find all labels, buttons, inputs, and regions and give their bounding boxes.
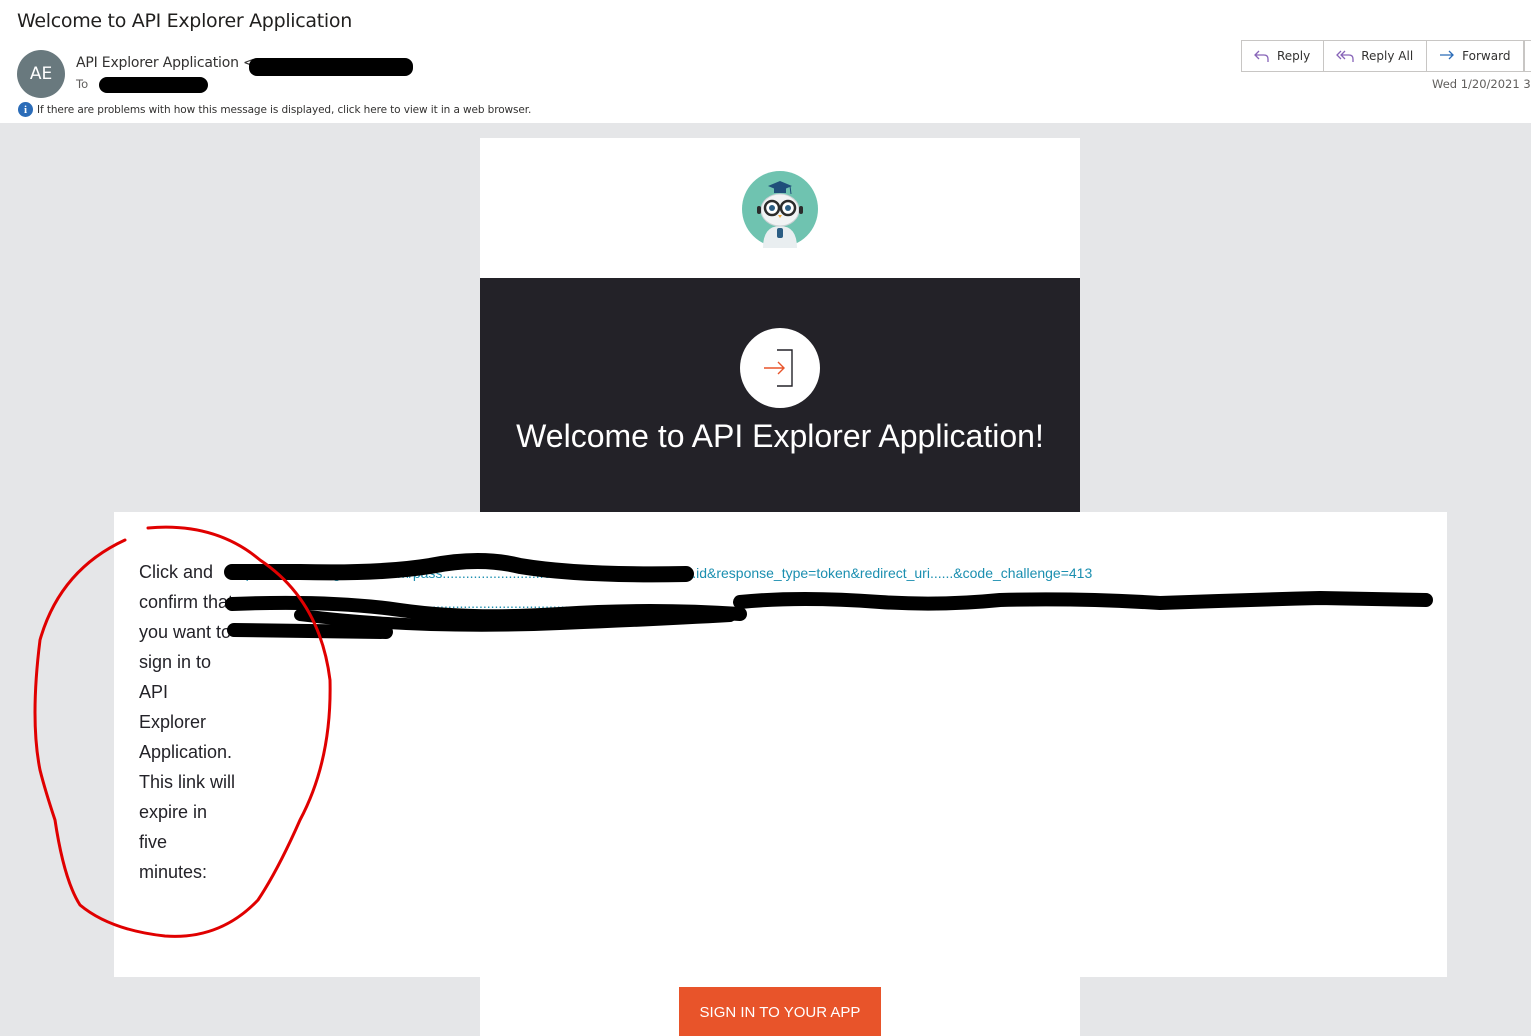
sign-in-button[interactable]: SIGN IN TO YOUR APP	[679, 987, 881, 1036]
reply-label: Reply	[1277, 49, 1311, 63]
email-body: Welcome to API Explorer Application! Cli…	[0, 123, 1531, 1036]
reply-all-label: Reply All	[1361, 49, 1414, 63]
more-actions-button[interactable]	[1524, 40, 1531, 72]
reply-all-button[interactable]: Reply All	[1323, 40, 1428, 72]
forward-label: Forward	[1462, 49, 1511, 63]
reply-all-icon	[1335, 48, 1355, 64]
sender-avatar[interactable]: AE	[17, 50, 65, 98]
logo-section	[480, 138, 1080, 278]
owl-robot-logo	[742, 171, 818, 248]
sign-in-badge	[740, 328, 820, 408]
email-subject: Welcome to API Explorer Application	[17, 10, 352, 32]
welcome-banner: Welcome to API Explorer Application!	[480, 278, 1080, 513]
welcome-heading: Welcome to API Explorer Application!	[516, 418, 1044, 454]
forward-icon	[1438, 48, 1456, 64]
browser-view-notice-text[interactable]: If there are problems with how this mess…	[37, 104, 531, 116]
reply-icon	[1253, 48, 1271, 64]
forward-button[interactable]: Forward	[1426, 40, 1525, 72]
browser-view-notice[interactable]: i If there are problems with how this me…	[18, 102, 531, 117]
message-content: Click and confirm that you want to sign …	[114, 512, 1447, 977]
sign-in-icon	[764, 349, 793, 387]
message-actions: Reply Reply All Forward	[1241, 40, 1525, 72]
info-icon: i	[18, 102, 33, 117]
confirm-instructions: Click and confirm that you want to sign …	[139, 562, 236, 882]
to-label: To	[76, 77, 89, 91]
sign-in-link[interactable]: https://...modeling.us......com/pass....…	[230, 558, 1430, 618]
reply-button[interactable]: Reply	[1241, 40, 1325, 72]
button-section: SIGN IN TO YOUR APP	[480, 977, 1080, 1036]
redacted-sender-email	[249, 58, 413, 76]
message-date: Wed 1/20/2021 3:00	[1432, 77, 1531, 91]
redacted-recipient	[99, 77, 208, 93]
sender-name[interactable]: API Explorer Application <	[76, 55, 255, 71]
